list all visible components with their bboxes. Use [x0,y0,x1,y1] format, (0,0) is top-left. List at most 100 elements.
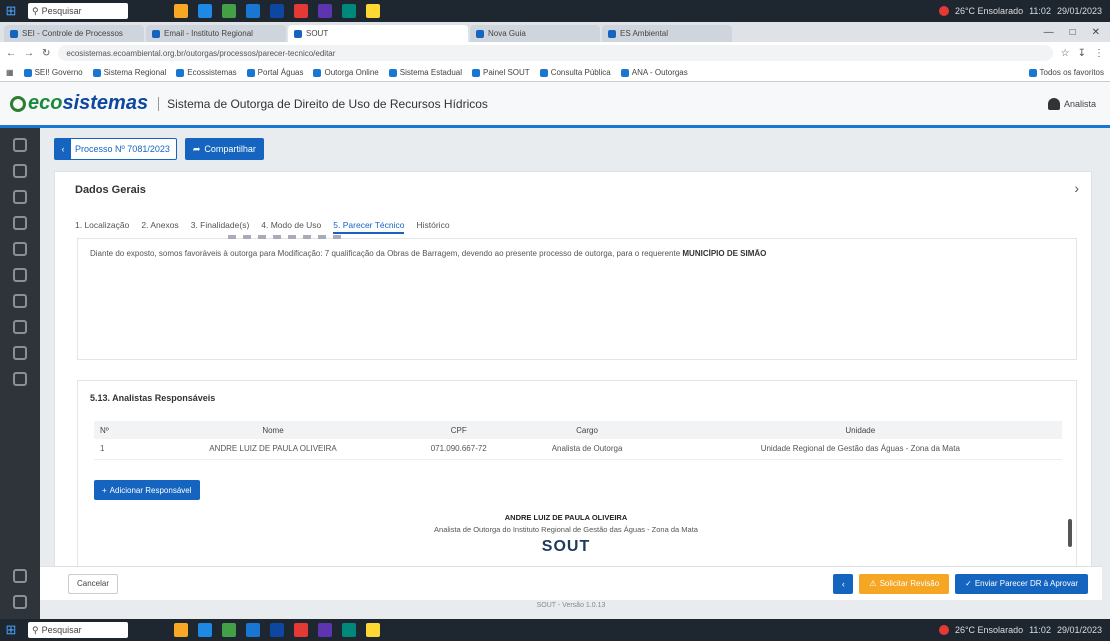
step-anexos[interactable]: 2. Anexos [141,220,178,234]
request-review-button[interactable]: ⚠ Solicitar Revisão [859,573,950,594]
column-header[interactable]: CPF [402,421,516,439]
parecer-text-editor[interactable]: Diante do exposto, somos favoráveis à ou… [77,235,1077,360]
step-modo-de-uso[interactable]: 4. Modo de Uso [261,220,321,234]
bookmark-item[interactable]: Todos os favoritos [1028,68,1104,77]
folder-app-icon[interactable] [174,4,188,18]
forward-icon[interactable]: → [24,48,34,59]
close-icon[interactable]: ✕ [1092,27,1100,38]
step-localizacao[interactable]: 1. Localização [75,220,129,234]
browser-app-icon[interactable] [222,4,236,18]
edge-app-icon[interactable] [246,4,260,18]
reload-icon[interactable]: ↻ [42,48,50,59]
clock-time[interactable]: 11:02 [1029,625,1051,635]
download-icon[interactable]: ↧ [1078,48,1086,59]
apps-grid-icon[interactable]: ▦ [6,68,14,77]
bookmark-item[interactable]: Sistema Estadual [388,68,462,77]
teams-app-icon[interactable] [318,4,332,18]
document-icon[interactable] [13,190,27,204]
url-field[interactable]: ecosistemas.ecoambiental.org.br/outorgas… [58,45,1053,61]
clock-time[interactable]: 11:02 [1029,6,1051,16]
bookmark-item[interactable]: Portal Águas [246,68,303,77]
bookmark-item[interactable]: Sistema Regional [92,68,166,77]
share-button[interactable]: ➦ Compartilhar [184,138,264,160]
folder-icon[interactable] [13,294,27,308]
browser-tab-active[interactable]: SOUT [288,25,468,42]
cancel-button[interactable]: Cancelar [68,573,119,594]
address-bar-row: ← → ↻ ecosistemas.ecoambiental.org.br/ou… [0,42,1110,64]
bookmark-item[interactable]: Painel SOUT [472,68,530,77]
bookmark-icon [472,68,480,77]
menu-icon[interactable] [13,138,27,152]
star-icon[interactable]: ☆ [1061,48,1070,59]
mail-app-icon[interactable] [198,4,212,18]
calc-app-icon[interactable] [342,623,356,637]
toolbar-italic-icon[interactable] [243,235,251,239]
taskbar-search[interactable]: ⚲ Pesquisar [28,3,128,19]
menu-icon[interactable]: ⋮ [1094,48,1104,59]
step-historico[interactable]: Histórico [416,220,449,234]
add-responsible-button[interactable]: + Adicionar Responsável [94,480,200,500]
toolbar-table-icon[interactable] [333,235,341,239]
gear-icon[interactable] [13,595,27,609]
weather-icon[interactable] [938,6,949,16]
table-row[interactable]: 1 ANDRE LUIZ DE PAULA OLIVEIRA 071.090.6… [94,439,1062,460]
back-icon[interactable]: ← [6,48,16,59]
windows-start-icon[interactable]: ⊞ [0,0,22,22]
bookmark-item[interactable]: SEI! Governo [23,68,83,77]
scrollbar-thumb[interactable] [1068,519,1072,547]
teams-app-icon[interactable] [318,623,332,637]
calc-app-icon[interactable] [342,4,356,18]
windows-start-icon[interactable]: ⊞ [0,619,22,641]
office-app-icon[interactable] [294,4,308,18]
browser-tab[interactable]: Nova Guia [470,25,600,42]
toolbar-bold-icon[interactable] [228,235,236,239]
toolbar-align-icon[interactable] [288,235,296,239]
minimize-icon[interactable]: — [1044,27,1054,38]
settings-icon[interactable] [13,372,27,386]
users-icon[interactable] [13,346,27,360]
column-header[interactable]: Unidade [658,421,1062,439]
bookmark-item[interactable]: ANA - Outorgas [620,68,688,77]
mail-app-icon[interactable] [198,623,212,637]
chevron-right-icon[interactable]: › [1074,180,1079,196]
tab-label: SEI - Controle de Processos [22,29,123,38]
user-menu[interactable]: Analista [1047,97,1110,110]
chrome-app-icon[interactable] [366,623,380,637]
bookmark-item[interactable]: Outorga Online [313,68,379,77]
folder-app-icon[interactable] [174,623,188,637]
home-icon[interactable] [13,164,27,178]
office-app-icon[interactable] [294,623,308,637]
column-header[interactable]: Cargo [515,421,659,439]
toolbar-list-icon[interactable] [273,235,281,239]
taskbar-search[interactable]: ⚲ Pesquisar [28,622,128,638]
store-app-icon[interactable] [270,623,284,637]
chart-icon[interactable] [13,268,27,282]
toolbar-link-icon[interactable] [303,235,311,239]
bookmark-item[interactable]: Ecossistemas [176,68,237,77]
list-icon[interactable] [13,242,27,256]
submit-parecer-button[interactable]: ✓ Enviar Parecer DR à Aprovar [955,573,1088,594]
browser-tab[interactable]: SEI - Controle de Processos [4,25,144,42]
edit-icon[interactable] [13,216,27,230]
toolbar-underline-icon[interactable] [258,235,266,239]
step-finalidades[interactable]: 3. Finalidade(s) [191,220,250,234]
process-number[interactable]: ‹ Processo Nº 7081/2023 [54,138,177,160]
toolbar-image-icon[interactable] [318,235,326,239]
map-icon[interactable] [13,320,27,334]
browser-app-icon[interactable] [222,623,236,637]
maximize-icon[interactable]: □ [1070,27,1076,38]
bookmark-item[interactable]: Consulta Pública [539,68,611,77]
store-app-icon[interactable] [270,4,284,18]
signature-block: ANDRE LUIZ DE PAULA OLIVEIRA Analista de… [86,513,1046,556]
browser-tab[interactable]: Email - Instituto Regional [146,25,286,42]
step-parecer-tecnico[interactable]: 5. Parecer Técnico [333,220,405,234]
browser-tab[interactable]: ES Ambiental [602,25,732,42]
column-header[interactable]: Nome [144,421,402,439]
chrome-app-icon[interactable] [366,4,380,18]
edge-app-icon[interactable] [246,623,260,637]
back-step-button[interactable]: ‹ [833,573,854,594]
ecosistemas-logo[interactable]: eco sistemas [10,92,148,115]
column-header[interactable]: Nº [94,421,144,439]
grid-icon[interactable] [13,569,27,583]
weather-icon[interactable] [938,625,949,635]
